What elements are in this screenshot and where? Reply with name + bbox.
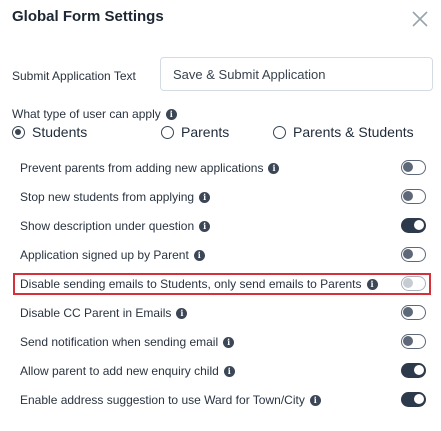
setting-label: Allow parent to add new enquiry child i: [20, 364, 235, 378]
setting-label: Enable address suggestion to use Ward fo…: [20, 393, 321, 407]
radio-label: Parents: [181, 124, 230, 140]
setting-toggle[interactable]: [401, 305, 426, 320]
radio-label: Parents & Students: [293, 124, 414, 140]
setting-toggle[interactable]: [401, 247, 426, 262]
radio-unchecked-icon: [161, 125, 174, 139]
radio-label: Students: [32, 124, 88, 140]
setting-toggle[interactable]: [401, 334, 426, 349]
setting-label: Send notification when sending email i: [20, 335, 235, 349]
info-icon[interactable]: i: [223, 336, 235, 348]
setting-row: Enable address suggestion to use Ward fo…: [14, 389, 432, 411]
user-type-question: What type of user can apply i: [12, 107, 177, 121]
setting-label-text: Application signed up by Parent: [20, 248, 189, 262]
radio-unchecked-icon: [273, 125, 286, 139]
setting-label-text: Send notification when sending email: [20, 335, 219, 349]
setting-toggle[interactable]: [401, 392, 426, 407]
user-type-label: What type of user can apply: [12, 107, 161, 121]
setting-toggle[interactable]: [401, 189, 426, 204]
setting-label: Stop new students from applying i: [20, 190, 211, 204]
radio-parents[interactable]: Parents: [161, 124, 229, 140]
setting-toggle[interactable]: [401, 160, 426, 175]
setting-label-text: Prevent parents from adding new applicat…: [20, 161, 264, 175]
setting-row: Send notification when sending email i: [14, 331, 432, 353]
info-icon[interactable]: i: [193, 249, 205, 261]
setting-label: Prevent parents from adding new applicat…: [20, 161, 280, 175]
setting-row: Prevent parents from adding new applicat…: [14, 157, 432, 179]
submit-text-label: Submit Application Text: [12, 69, 136, 83]
setting-label-text: Enable address suggestion to use Ward fo…: [20, 393, 305, 407]
setting-row: Application signed up by Parent i: [14, 244, 432, 266]
setting-toggle[interactable]: [401, 363, 426, 378]
setting-label-text: Show description under question: [20, 219, 195, 233]
submit-text-row: Submit Application Text: [0, 56, 441, 92]
setting-label-text: Allow parent to add new enquiry child: [20, 364, 219, 378]
setting-label: Disable CC Parent in Emails i: [20, 306, 188, 320]
setting-row: Show description under question i: [14, 215, 432, 237]
setting-label: Show description under question i: [20, 219, 211, 233]
submit-text-input[interactable]: [160, 57, 433, 91]
radio-students[interactable]: Students: [12, 124, 87, 140]
radio-parents-students[interactable]: Parents & Students: [273, 124, 414, 140]
info-icon[interactable]: i: [199, 220, 211, 232]
setting-row: Disable CC Parent in Emails i: [14, 302, 432, 324]
info-icon[interactable]: i: [268, 162, 280, 174]
setting-row: Allow parent to add new enquiry child i: [14, 360, 432, 382]
user-type-radio-group: Students Parents Parents & Students: [0, 124, 441, 144]
info-icon[interactable]: i: [223, 365, 235, 377]
info-icon[interactable]: i: [199, 191, 211, 203]
info-icon[interactable]: i: [176, 307, 188, 319]
setting-toggle[interactable]: [401, 218, 426, 233]
setting-label-text: Stop new students from applying: [20, 190, 195, 204]
info-icon[interactable]: i: [309, 394, 321, 406]
close-icon[interactable]: [409, 8, 431, 30]
dialog-title: Global Form Settings: [12, 8, 164, 25]
setting-row: Stop new students from applying i: [14, 186, 432, 208]
highlight-box: [13, 273, 431, 295]
radio-checked-icon: [12, 125, 25, 139]
setting-label-text: Disable CC Parent in Emails: [20, 306, 172, 320]
info-icon[interactable]: i: [165, 108, 177, 120]
setting-label: Application signed up by Parent i: [20, 248, 205, 262]
